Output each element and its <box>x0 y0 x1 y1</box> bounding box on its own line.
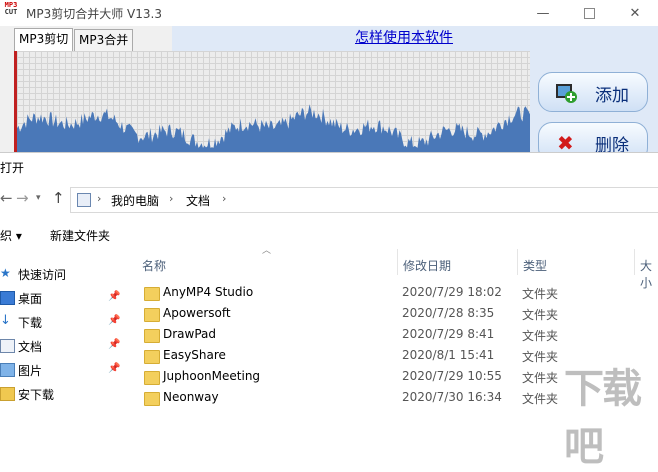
pin-icon: 📌 <box>108 315 121 326</box>
new-folder-button[interactable]: 新建文件夹 <box>50 227 110 244</box>
nav-item-downloads[interactable]: ↓ 下载 📌 <box>0 311 125 333</box>
column-header-name[interactable]: 名称 <box>142 257 166 274</box>
maximize-icon <box>583 7 595 19</box>
star-icon: ★ <box>0 266 11 280</box>
nav-item-desktop[interactable]: 桌面 📌 <box>0 287 125 309</box>
waveform-graph <box>17 104 530 152</box>
download-icon: ↓ <box>0 313 11 328</box>
navigation-pane: ★ 快速访问 桌面 📌 ↓ 下载 📌 文档 📌 图片 📌 安下载 <box>0 251 125 413</box>
breadcrumb-separator-icon[interactable]: › <box>169 192 173 205</box>
add-button[interactable]: 添加 <box>538 72 648 112</box>
computer-icon <box>77 193 91 207</box>
column-divider[interactable] <box>397 249 398 275</box>
pin-icon: 📌 <box>108 291 121 302</box>
folder-icon <box>144 350 160 364</box>
app-title: MP3剪切合并大师 V13.3 <box>26 7 162 21</box>
breadcrumb-separator-icon[interactable]: › <box>97 192 101 205</box>
folder-icon <box>144 371 160 385</box>
folder-icon <box>144 392 160 406</box>
maximize-button[interactable] <box>566 0 612 26</box>
add-button-label: 添加 <box>595 86 629 106</box>
pictures-icon <box>0 363 15 377</box>
help-link[interactable]: 怎样使用本软件 <box>355 27 453 47</box>
column-divider[interactable] <box>517 249 518 275</box>
header-band <box>172 26 530 51</box>
dialog-toolbar: 织 ▾ 新建文件夹 <box>0 219 658 249</box>
up-arrow-icon[interactable]: ↑ <box>52 189 65 207</box>
add-file-icon <box>556 84 577 103</box>
tab-mp3-merge[interactable]: MP3合并 <box>74 29 134 51</box>
minimize-icon: — <box>536 5 550 21</box>
sort-ascending-icon: ︿ <box>262 246 272 256</box>
folder-icon <box>144 308 160 322</box>
mode-tabs: MP3剪切 MP3合并 <box>12 26 172 51</box>
column-divider[interactable] <box>634 249 635 275</box>
address-row: ← → ▾ ↑ › 我的电脑 › 文档 › <box>0 183 658 217</box>
nav-item-anxiazai[interactable]: 安下载 <box>0 383 125 405</box>
app-logo: MP3 CUT <box>2 2 20 22</box>
forward-arrow-icon[interactable]: → <box>16 189 29 207</box>
pin-icon: 📌 <box>108 339 121 350</box>
desktop-icon <box>0 291 15 305</box>
file-row[interactable]: Apowersoft 2020/7/28 8:35 文件夹 <box>130 304 658 325</box>
address-bar[interactable]: › 我的电脑 › 文档 › <box>70 187 658 213</box>
breadcrumb-separator-icon[interactable]: › <box>222 192 226 205</box>
nav-item-documents[interactable]: 文档 📌 <box>0 335 125 357</box>
tab-mp3-cut[interactable]: MP3剪切 <box>14 28 74 51</box>
close-icon: ✕ <box>629 5 641 21</box>
file-row[interactable]: AnyMP4 Studio 2020/7/29 18:02 文件夹 <box>130 283 658 304</box>
column-header-type[interactable]: 类型 <box>523 257 547 274</box>
close-button[interactable]: ✕ <box>612 0 658 26</box>
breadcrumb-documents[interactable]: 文档 <box>186 192 210 209</box>
delete-icon: ✖ <box>557 131 574 155</box>
nav-item-pictures[interactable]: 图片 📌 <box>0 359 125 381</box>
waveform-display[interactable] <box>14 51 533 152</box>
recent-locations-chevron-icon[interactable]: ▾ <box>36 193 41 203</box>
file-row[interactable]: DrawPad 2020/7/29 8:41 文件夹 <box>130 325 658 346</box>
mp3-cutter-window: MP3 CUT MP3剪切合并大师 V13.3 — ✕ MP3剪切 MP3合并 … <box>0 0 658 162</box>
dialog-title: 打开 <box>0 161 25 175</box>
back-arrow-icon[interactable]: ← <box>0 189 13 207</box>
documents-icon <box>0 339 15 353</box>
site-watermark: 下载吧 <box>560 350 658 470</box>
title-bar: MP3 CUT MP3剪切合并大师 V13.3 — ✕ <box>0 0 658 26</box>
action-panel: 添加 ✖ 删除 <box>530 26 658 162</box>
breadcrumb-my-computer[interactable]: 我的电脑 <box>111 192 159 209</box>
nav-item-quick-access[interactable]: ★ 快速访问 <box>0 263 125 285</box>
pin-icon: 📌 <box>108 363 121 374</box>
folder-icon <box>144 329 160 343</box>
folder-icon <box>144 287 160 301</box>
folder-icon <box>0 387 15 401</box>
organize-button[interactable]: 织 ▾ <box>0 227 22 244</box>
watermark-text: 下载吧 <box>564 366 642 470</box>
column-header-date[interactable]: 修改日期 <box>403 257 451 274</box>
minimize-button[interactable]: — <box>520 0 566 26</box>
